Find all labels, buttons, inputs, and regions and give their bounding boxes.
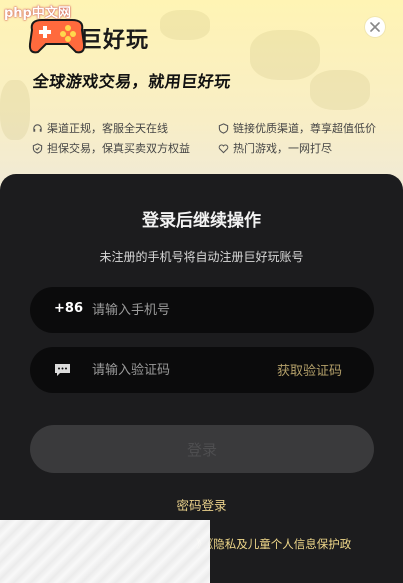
feature-text: 热门游戏，一网打尽 — [233, 142, 332, 155]
decor-shape — [250, 30, 320, 80]
login-button[interactable]: 登录 — [30, 425, 374, 473]
decor-shape — [0, 80, 30, 140]
phone-field[interactable]: +86 — [30, 287, 374, 333]
decor-shape — [160, 10, 210, 40]
check-shield-icon — [32, 142, 43, 154]
heart-icon — [218, 143, 229, 153]
close-button[interactable] — [365, 17, 385, 37]
redaction-overlay — [0, 520, 210, 583]
feature-text: 担保交易，保真买卖双方权益 — [47, 142, 190, 155]
feature-text: 渠道正规，客服全天在线 — [47, 122, 168, 135]
privacy-policy-link[interactable]: 》《隐私及儿童个人信息保护政 — [196, 536, 351, 552]
hero-banner: 巨好玩 php中文网 全球游戏交易，就用巨好玩 渠道正规，客服全天在线 链接优质… — [0, 0, 403, 200]
watermark: php中文网 — [4, 6, 71, 21]
verification-code-input[interactable] — [92, 347, 292, 393]
phone-input[interactable] — [92, 287, 292, 333]
login-title: 登录后继续操作 — [142, 211, 261, 231]
shield-icon — [218, 122, 229, 134]
feature-text: 链接优质渠道，尊享超值低价 — [233, 122, 376, 135]
feature-item: 热门游戏，一网打尽 — [218, 140, 332, 156]
decor-shape — [310, 70, 370, 110]
feature-item: 担保交易，保真买卖双方权益 — [32, 140, 190, 156]
verification-code-field[interactable]: 获取验证码 — [30, 347, 374, 393]
message-icon — [55, 364, 70, 376]
password-login-link[interactable]: 密码登录 — [0, 495, 403, 514]
get-code-button[interactable]: 获取验证码 — [277, 360, 342, 379]
close-icon — [370, 22, 380, 32]
country-code-prefix[interactable]: +86 — [54, 301, 83, 316]
feature-item: 渠道正规，客服全天在线 — [32, 120, 168, 136]
brand-name: 巨好玩 — [80, 28, 150, 53]
headset-icon — [33, 123, 42, 132]
feature-item: 链接优质渠道，尊享超值低价 — [218, 120, 376, 136]
slogan: 全球游戏交易，就用巨好玩 — [31, 72, 232, 91]
login-subtitle: 未注册的手机号将自动注册巨好玩账号 — [99, 250, 304, 264]
